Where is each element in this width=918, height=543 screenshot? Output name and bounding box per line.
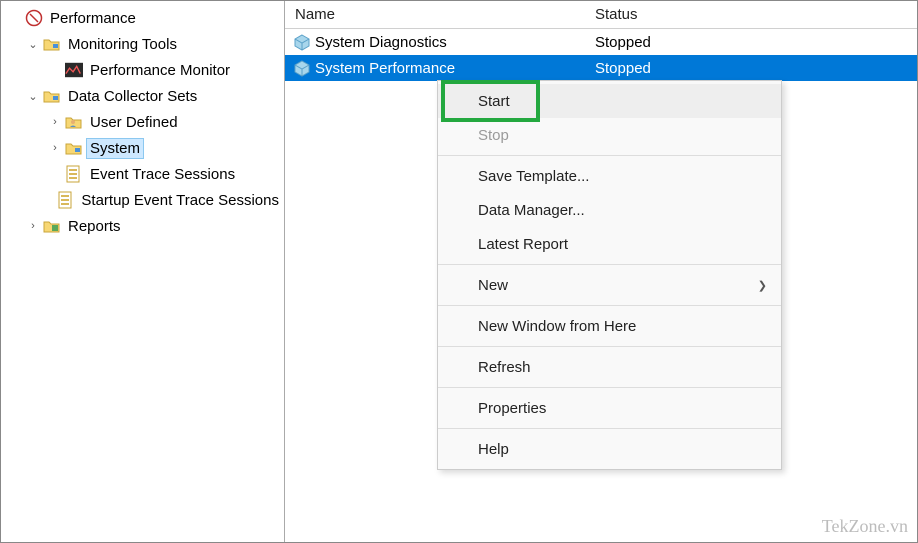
tree-node-monitoring-tools[interactable]: ⌄ Monitoring Tools (3, 31, 282, 57)
tree-node-startup-event-trace[interactable]: ▸ Startup Event Trace Sessions (3, 187, 282, 213)
menu-label: New Window from Here (478, 318, 636, 335)
menu-item-start[interactable]: Start (438, 84, 781, 118)
list-row-diagnostics[interactable]: System Diagnostics Stopped (285, 29, 917, 55)
tree-node-system[interactable]: › System (3, 135, 282, 161)
menu-item-help[interactable]: Help (438, 432, 781, 466)
expander-open-icon[interactable]: ⌄ (25, 38, 41, 51)
menu-item-stop: Stop (438, 118, 781, 152)
list-cell-name: System Diagnostics (315, 34, 447, 51)
folder-icon (43, 87, 61, 105)
tree-node-performance-monitor[interactable]: ▸ Performance Monitor (3, 57, 282, 83)
tree-node-performance[interactable]: ▸ Performance (3, 5, 282, 31)
menu-label: Stop (478, 127, 509, 144)
column-header-name[interactable]: Name (285, 2, 585, 27)
tree-node-data-collector-sets[interactable]: ⌄ Data Collector Sets (3, 83, 282, 109)
tree-panel: ▸ Performance ⌄ Monitoring Tools ▸ Perfo… (1, 1, 285, 542)
list-cell-status: Stopped (585, 60, 917, 77)
reports-folder-icon (43, 217, 61, 235)
menu-label: Latest Report (478, 236, 568, 253)
menu-label: New (478, 277, 508, 294)
menu-separator (438, 387, 781, 388)
folder-icon (43, 35, 61, 53)
menu-label: Save Template... (478, 168, 589, 185)
list-cell-status: Stopped (585, 34, 917, 51)
perfmon-icon (25, 9, 43, 27)
menu-item-properties[interactable]: Properties (438, 391, 781, 425)
tree-node-reports[interactable]: › Reports (3, 213, 282, 239)
menu-label: Data Manager... (478, 202, 585, 219)
user-folder-icon (65, 113, 83, 131)
list-cell-name: System Performance (315, 60, 455, 77)
folder-icon (65, 139, 83, 157)
expander-closed-icon[interactable]: › (47, 116, 63, 128)
tree-label: User Defined (87, 113, 181, 132)
menu-label: Start (478, 93, 510, 110)
tree-label: Performance Monitor (87, 61, 233, 80)
menu-separator (438, 264, 781, 265)
tree-label: Reports (65, 217, 124, 236)
tree-label: Event Trace Sessions (87, 165, 238, 184)
submenu-arrow-icon: ❯ (758, 279, 767, 292)
menu-item-latest-report[interactable]: Latest Report (438, 227, 781, 261)
expander-closed-icon[interactable]: › (47, 142, 63, 154)
package-icon (293, 33, 311, 51)
tree-label: Monitoring Tools (65, 35, 180, 54)
menu-item-refresh[interactable]: Refresh (438, 350, 781, 384)
menu-label: Properties (478, 400, 546, 417)
menu-separator (438, 155, 781, 156)
watermark: TekZone.vn (822, 516, 908, 537)
menu-item-save-template[interactable]: Save Template... (438, 159, 781, 193)
package-icon (293, 59, 311, 77)
tree-label: Startup Event Trace Sessions (78, 191, 282, 210)
column-header-status[interactable]: Status (585, 2, 917, 27)
monitor-chart-icon (65, 61, 83, 79)
expander-open-icon[interactable]: ⌄ (25, 90, 41, 103)
collector-file-icon (58, 191, 74, 209)
menu-separator (438, 428, 781, 429)
tree-label: System (87, 139, 143, 158)
menu-label: Help (478, 441, 509, 458)
menu-item-new-window[interactable]: New Window from Here (438, 309, 781, 343)
menu-separator (438, 305, 781, 306)
list-row-performance[interactable]: System Performance Stopped (285, 55, 917, 81)
tree-label: Data Collector Sets (65, 87, 200, 106)
menu-item-data-manager[interactable]: Data Manager... (438, 193, 781, 227)
context-menu: Start Stop Save Template... Data Manager… (437, 80, 782, 470)
tree-node-event-trace[interactable]: ▸ Event Trace Sessions (3, 161, 282, 187)
tree-label: Performance (47, 9, 139, 28)
menu-separator (438, 346, 781, 347)
list-header: Name Status (285, 1, 917, 29)
menu-label: Refresh (478, 359, 531, 376)
collector-file-icon (65, 165, 83, 183)
tree-node-user-defined[interactable]: › User Defined (3, 109, 282, 135)
expander-closed-icon[interactable]: › (25, 220, 41, 232)
menu-item-new[interactable]: New ❯ (438, 268, 781, 302)
